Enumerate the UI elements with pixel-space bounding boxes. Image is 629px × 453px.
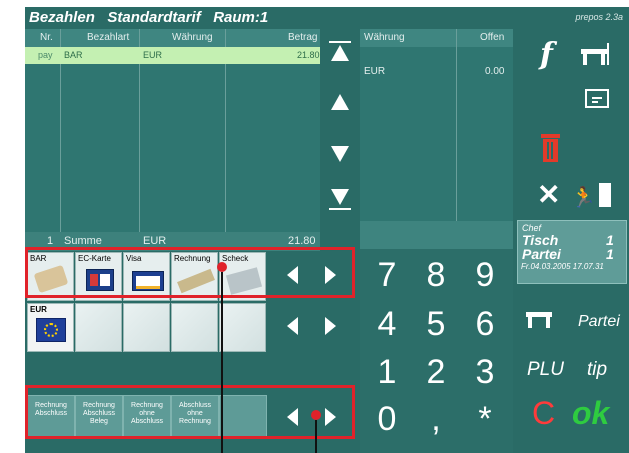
key-comma[interactable]: ,: [412, 400, 460, 439]
col-header-waehrung: Währung: [172, 32, 213, 43]
col-header-offen: Offen: [480, 32, 505, 43]
scroll-nav: [320, 29, 360, 221]
summary-nr: 1: [47, 235, 54, 247]
key-5[interactable]: 5: [412, 305, 460, 344]
row-waehrung: EUR: [143, 50, 163, 60]
key-8[interactable]: 8: [412, 256, 460, 295]
summary-betrag: 21.80: [288, 235, 316, 247]
col-header-waehrung: Währung: [364, 32, 405, 43]
table-icon: [526, 312, 556, 330]
partei-label: Partei: [522, 246, 561, 262]
currency-slot-empty: [75, 303, 122, 352]
payment-table: Nr. Bezahlart Währung Betrag pay BAR EUR…: [25, 29, 320, 251]
close-icon[interactable]: ✕: [537, 178, 560, 211]
key-1[interactable]: 1: [363, 353, 411, 392]
key-asterisk[interactable]: *: [461, 400, 509, 439]
highlight-box: [25, 385, 355, 439]
window-title: Bezahlen Standardtarif Raum:1: [29, 9, 269, 26]
scroll-top-button[interactable]: [327, 39, 353, 65]
key-9[interactable]: 9: [461, 256, 509, 295]
summary-waehrung: EUR: [143, 235, 167, 247]
row-nr: pay: [38, 50, 53, 60]
currency-row: EUR: [25, 301, 355, 353]
key-7[interactable]: 7: [363, 256, 411, 295]
version-label: prepos 2.3a: [575, 12, 623, 22]
currency-prev-button[interactable]: [287, 317, 298, 335]
callout-line: [221, 272, 223, 453]
tip-button[interactable]: tip: [587, 359, 607, 381]
scroll-bottom-button[interactable]: [327, 187, 353, 213]
table-row[interactable]: pay BAR EUR 21.80: [25, 47, 320, 64]
callout-line: [315, 420, 317, 453]
payment-window: Bezahlen Standardtarif Raum:1 prepos 2.3…: [25, 7, 629, 453]
scroll-down-button[interactable]: [327, 143, 353, 165]
table-icon[interactable]: [581, 43, 609, 65]
highlight-box: [25, 247, 355, 298]
callout-dot: [217, 262, 227, 272]
print-receipt-icon[interactable]: [585, 89, 609, 108]
partei-value: 1: [606, 246, 614, 262]
key-0[interactable]: 0: [363, 400, 411, 439]
callout-dot: [311, 410, 321, 420]
function-button[interactable]: f: [540, 37, 553, 72]
col-header-nr: Nr.: [40, 32, 53, 43]
row-offen: 0.00: [485, 66, 505, 77]
currency-slot-empty: [123, 303, 170, 352]
open-amount-table: Währung Offen EUR 0.00: [360, 29, 513, 221]
key-3[interactable]: 3: [461, 353, 509, 392]
keypad-display: [360, 221, 513, 249]
currency-next-button[interactable]: [325, 317, 336, 335]
open-table-header: Währung Offen: [360, 29, 513, 47]
datetime-label: Fr.04.03.2005 17.07.31: [521, 262, 604, 271]
row-waehrung: EUR: [364, 66, 386, 77]
trash-icon[interactable]: [541, 134, 560, 162]
table-row[interactable]: EUR 0.00: [360, 63, 513, 80]
key-2[interactable]: 2: [412, 353, 460, 392]
col-header-bezahlart: Bezahlart: [87, 32, 130, 43]
title-bar: Bezahlen Standardtarif Raum:1 prepos 2.3…: [25, 7, 629, 29]
row-bezahlart: BAR: [64, 50, 83, 60]
session-info-box: Chef Tisch 1 Partei 1 Fr.04.03.2005 17.0…: [517, 220, 627, 284]
clear-button[interactable]: C: [532, 395, 555, 432]
numeric-keypad: 7 8 9 4 5 6 1 2 3 0 , *: [360, 249, 513, 453]
currency-slot-empty: [219, 303, 266, 352]
partei-button[interactable]: Partei: [578, 313, 620, 331]
key-4[interactable]: 4: [363, 305, 411, 344]
exit-icon[interactable]: 🏃: [571, 183, 613, 209]
currency-slot-empty: [171, 303, 218, 352]
key-6[interactable]: 6: [461, 305, 509, 344]
summary-label: Summe: [64, 235, 102, 247]
ok-button[interactable]: ok: [572, 395, 609, 432]
eu-flag-icon: [36, 318, 66, 342]
row-betrag: 21.80: [297, 50, 320, 60]
scroll-up-button[interactable]: [327, 91, 353, 113]
col-header-betrag: Betrag: [288, 32, 318, 43]
payment-table-header: Nr. Bezahlart Währung Betrag: [25, 29, 320, 47]
currency-eur[interactable]: EUR: [27, 303, 74, 352]
plu-button[interactable]: PLU: [527, 359, 564, 381]
